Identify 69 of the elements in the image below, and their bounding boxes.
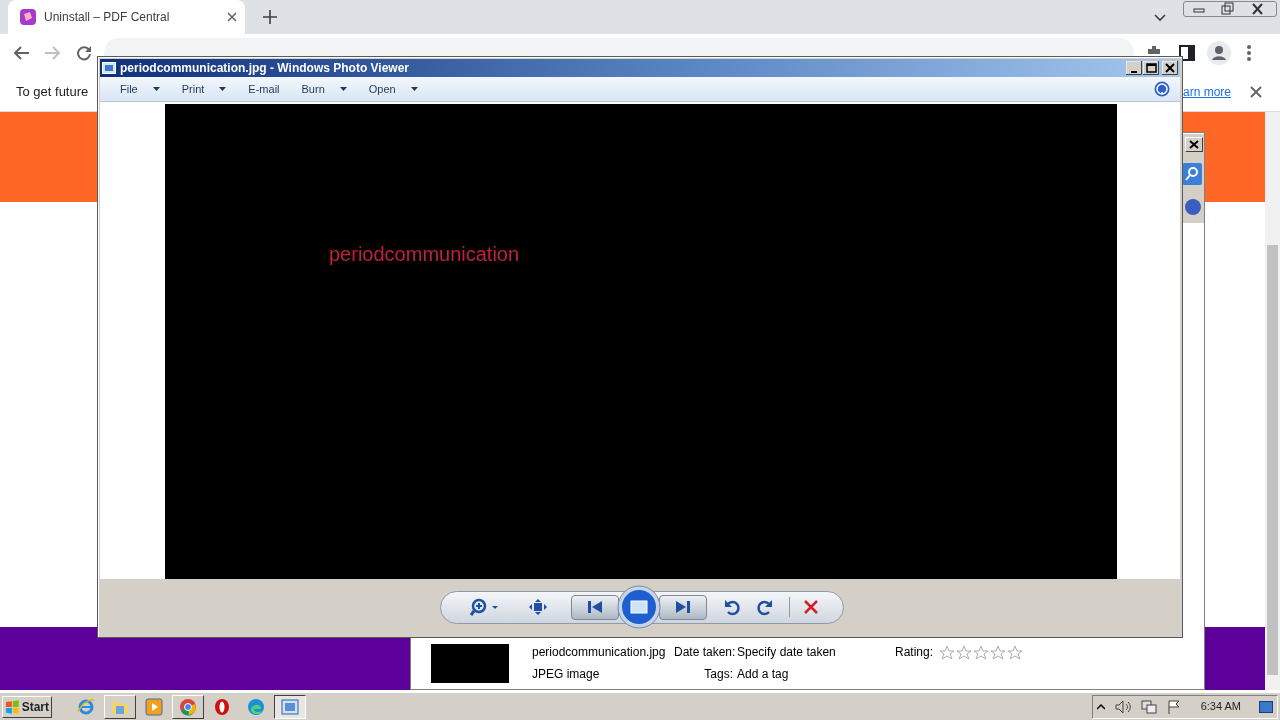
profile-icon[interactable] xyxy=(1207,41,1231,65)
caret-icon xyxy=(339,87,347,92)
window-title: periodcommunication.jpg - Windows Photo Viewer xyxy=(120,60,410,77)
close-button[interactable] xyxy=(1162,61,1178,75)
previous-button[interactable] xyxy=(571,594,619,620)
flag-icon[interactable] xyxy=(1166,699,1181,714)
speaker-icon[interactable] xyxy=(1114,699,1131,714)
next-icon[interactable] xyxy=(676,601,690,614)
puzzle-icon[interactable] xyxy=(1146,44,1162,54)
network-icon[interactable] xyxy=(1140,699,1157,714)
learn-more-link[interactable]: arn more xyxy=(1182,82,1231,101)
search-icon[interactable] xyxy=(1182,163,1202,185)
menu-item[interactable]: Burn xyxy=(301,80,347,98)
image-text: periodcommunication xyxy=(329,242,520,268)
field-value[interactable]: Specify date taken xyxy=(737,643,895,661)
chrome-icon[interactable] xyxy=(172,694,204,719)
menu-item[interactable]: Open xyxy=(368,80,418,98)
slideshow-button[interactable] xyxy=(617,585,661,630)
caret-icon xyxy=(152,87,160,92)
close-icon[interactable] xyxy=(1250,85,1262,98)
file-type: JPEG image xyxy=(532,666,601,683)
rotate-right-icon[interactable] xyxy=(757,598,773,617)
browser-tab[interactable]: Uninstall – PDF Central xyxy=(8,0,245,34)
help-icon[interactable] xyxy=(1154,81,1170,98)
star-icon[interactable] xyxy=(990,644,1007,660)
windows-logo-icon xyxy=(5,699,20,714)
next-button[interactable] xyxy=(659,594,707,620)
new-tab-icon[interactable] xyxy=(263,10,277,24)
delete-icon[interactable] xyxy=(804,600,818,615)
favicon-icon xyxy=(20,9,36,25)
menu-icon[interactable] xyxy=(1247,45,1251,61)
star-icon[interactable] xyxy=(956,644,973,660)
previous-icon[interactable] xyxy=(588,601,602,614)
clock: 6:34 AM xyxy=(1200,699,1241,715)
rating-stars[interactable] xyxy=(939,644,1024,660)
back-icon[interactable] xyxy=(12,45,30,61)
caret-icon xyxy=(219,87,227,92)
maximize-button[interactable] xyxy=(1143,61,1159,75)
menu-item[interactable]: Print xyxy=(181,80,227,98)
star-icon[interactable] xyxy=(973,644,990,660)
field-label: Tags: xyxy=(703,666,733,683)
window-icon xyxy=(102,62,116,74)
caret-icon xyxy=(410,87,418,92)
rotate-left-icon[interactable] xyxy=(724,598,740,617)
star-icon[interactable] xyxy=(939,644,956,660)
star-icon[interactable] xyxy=(1007,644,1024,660)
scrollbar-thumb[interactable] xyxy=(1267,245,1278,675)
show-hidden-icon[interactable] xyxy=(1096,702,1105,711)
minimize-button[interactable] xyxy=(1126,61,1142,75)
menu-item[interactable]: File xyxy=(120,80,160,98)
rating-label: Rating: xyxy=(895,644,934,661)
fit-window-icon[interactable] xyxy=(529,599,547,616)
close-tab-icon[interactable] xyxy=(227,12,237,22)
scrollbar[interactable] xyxy=(1265,112,1280,690)
field-value[interactable]: Add a tag xyxy=(737,665,895,683)
folder-icon[interactable] xyxy=(104,694,136,719)
zoom-icon[interactable] xyxy=(470,598,500,617)
show-desktop-icon[interactable] xyxy=(1259,700,1273,713)
field-label: Date taken: xyxy=(674,644,733,661)
side-panel-icon[interactable] xyxy=(1179,45,1195,61)
photo-viewer-icon[interactable] xyxy=(274,694,306,719)
start-button[interactable]: Start xyxy=(2,695,52,718)
tab-list-caret-icon[interactable] xyxy=(1154,14,1166,22)
info-message: To get future xyxy=(16,82,89,101)
menu-item[interactable]: E-mail xyxy=(248,80,280,98)
nav-icon[interactable] xyxy=(1185,199,1201,215)
reload-icon[interactable] xyxy=(76,45,92,61)
file-name: periodcommunication.jpg xyxy=(532,644,667,661)
close-icon[interactable] xyxy=(1189,140,1199,149)
